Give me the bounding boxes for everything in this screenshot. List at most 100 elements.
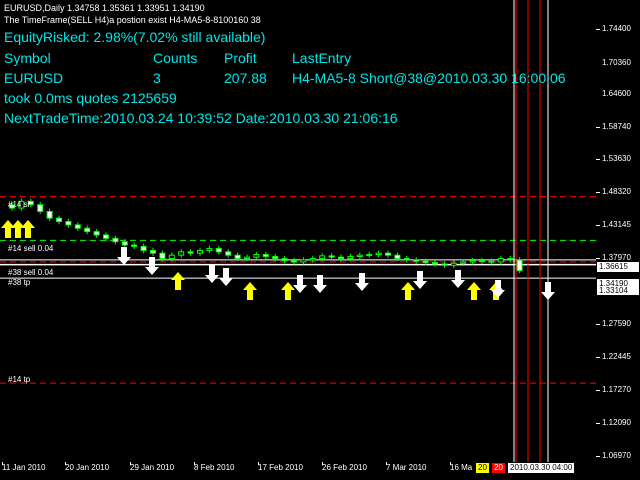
candle-body — [309, 258, 316, 261]
candle-body — [488, 260, 495, 263]
ask-price-label: 1.36615 — [597, 262, 639, 272]
price-tick-mark — [596, 225, 600, 226]
up-arrow — [171, 272, 185, 290]
price-tick: 1.22445 — [602, 352, 631, 361]
candle-body — [215, 247, 222, 253]
level-label-tp14: #14 tp — [8, 375, 31, 384]
price-tick-mark — [596, 423, 600, 424]
timing-text: took 0.0ms quotes 2125659 — [4, 90, 177, 106]
price-tick-mark — [596, 258, 600, 259]
current-time-label: 2010.03.30 04:00 — [508, 463, 575, 473]
cell-lastentry: H4-MA5-8 Short@38@2010.03.30 16:00:06 — [292, 70, 566, 86]
level-label-sell14: #14 sell 0.04 — [8, 244, 54, 253]
chart-plot-area[interactable]: EURUSD,Daily 1.34758 1.35361 1.33951 1.3… — [0, 0, 596, 462]
price-tick-mark — [596, 159, 600, 160]
next-trade-text: NextTradeTime:2010.03.24 10:39:52 Date:2… — [4, 110, 398, 126]
candle-body — [422, 260, 429, 264]
price-tick: 1.37970 — [602, 253, 631, 262]
candle-body — [150, 249, 156, 254]
down-arrow — [413, 271, 427, 289]
cell-symbol: EURUSD — [4, 70, 64, 86]
time-box-a: 20 — [476, 463, 489, 473]
candle-body — [178, 251, 185, 256]
candle-body — [65, 221, 72, 226]
candle-body — [328, 255, 335, 258]
level-label-sl: #14 sl — [8, 200, 30, 209]
candle-body — [460, 261, 467, 264]
candle-body — [84, 227, 91, 233]
time-tick: 16 Ma — [450, 463, 473, 472]
time-scale[interactable]: 11 Jan 2010 20 Jan 2010 29 Jan 2010 8 Fe… — [0, 462, 640, 480]
down-arrow — [355, 273, 369, 291]
price-tick: 1.70360 — [602, 58, 631, 67]
candle-body — [74, 224, 81, 229]
price-tick: 1.48320 — [602, 187, 631, 196]
time-tick: 11 Jan 2010 — [2, 463, 46, 472]
terminal-chart-window: EURUSD,Daily 1.34758 1.35361 1.33951 1.3… — [0, 0, 640, 480]
candle-body — [140, 245, 147, 251]
price-tick: 1.53630 — [602, 154, 631, 163]
candle-body — [168, 254, 175, 260]
candle-body — [347, 256, 354, 260]
level-label-tp38: #38 tp — [8, 278, 31, 287]
price-tick-mark — [596, 456, 600, 457]
candle-body — [121, 241, 128, 246]
up-arrow — [11, 220, 25, 238]
candle-body — [403, 258, 410, 261]
candle-body — [159, 252, 166, 260]
cell-profit: 207.88 — [224, 70, 267, 86]
time-tick: 29 Jan 2010 — [130, 463, 175, 472]
column-header-profit: Profit — [224, 50, 257, 66]
candle-body — [225, 251, 232, 256]
column-header-counts: Counts — [153, 50, 198, 66]
candle-body — [206, 247, 213, 251]
candle-body — [197, 249, 203, 254]
candle-body — [432, 262, 438, 265]
price-tick: 1.27590 — [602, 319, 631, 328]
candle-body — [394, 254, 401, 260]
column-header-lastentry: LastEntry — [292, 50, 352, 66]
down-arrow — [541, 282, 555, 300]
candle-body — [366, 254, 373, 257]
candle-body — [291, 260, 297, 263]
candle-body — [131, 244, 138, 247]
down-arrow — [451, 270, 465, 288]
candle-body — [262, 254, 269, 258]
cell-counts: 3 — [153, 70, 161, 86]
down-arrow — [219, 268, 233, 286]
price-tick: 1.43145 — [602, 220, 631, 229]
candle-body — [319, 255, 326, 260]
symbol-ohlc-line: EURUSD,Daily 1.34758 1.35361 1.33951 1.3… — [4, 3, 205, 13]
price-tick-mark — [596, 192, 600, 193]
candle-body — [479, 260, 485, 263]
candle-body — [356, 254, 363, 258]
candle-body — [441, 263, 448, 266]
price-scale[interactable]: 1.74400 1.70360 1.64600 1.58740 1.53630 … — [596, 0, 640, 462]
candle-body — [413, 259, 420, 262]
price-tick: 1.06970 — [602, 451, 631, 460]
up-arrow — [281, 282, 295, 300]
down-arrow — [205, 265, 219, 283]
price-tick-mark — [596, 390, 600, 391]
candle-body — [37, 204, 44, 212]
price-tick-mark — [596, 29, 600, 30]
down-arrow — [117, 247, 131, 265]
bid2-price-label: 1.33104 — [597, 287, 639, 295]
price-tick-mark — [596, 357, 600, 358]
candle-body — [272, 256, 279, 260]
level-label-sell38: #38 sell 0.04 — [8, 268, 54, 277]
candle-body — [516, 259, 523, 272]
time-tick: 17 Feb 2010 — [258, 463, 303, 472]
candle-body — [93, 231, 100, 236]
candle-body — [497, 258, 504, 263]
candle-body — [187, 251, 194, 254]
candle-body — [234, 254, 241, 260]
candle-body — [56, 217, 62, 223]
candle-body — [300, 259, 307, 263]
candle-body — [507, 258, 514, 261]
time-tick: 7 Mar 2010 — [386, 463, 427, 472]
price-tick: 1.74400 — [602, 24, 631, 33]
time-tick: 20 Jan 2010 — [65, 463, 110, 472]
up-arrow — [467, 282, 481, 300]
timeframe-message: The TimeFrame(SELL H4)a postion exist H4… — [4, 15, 261, 25]
